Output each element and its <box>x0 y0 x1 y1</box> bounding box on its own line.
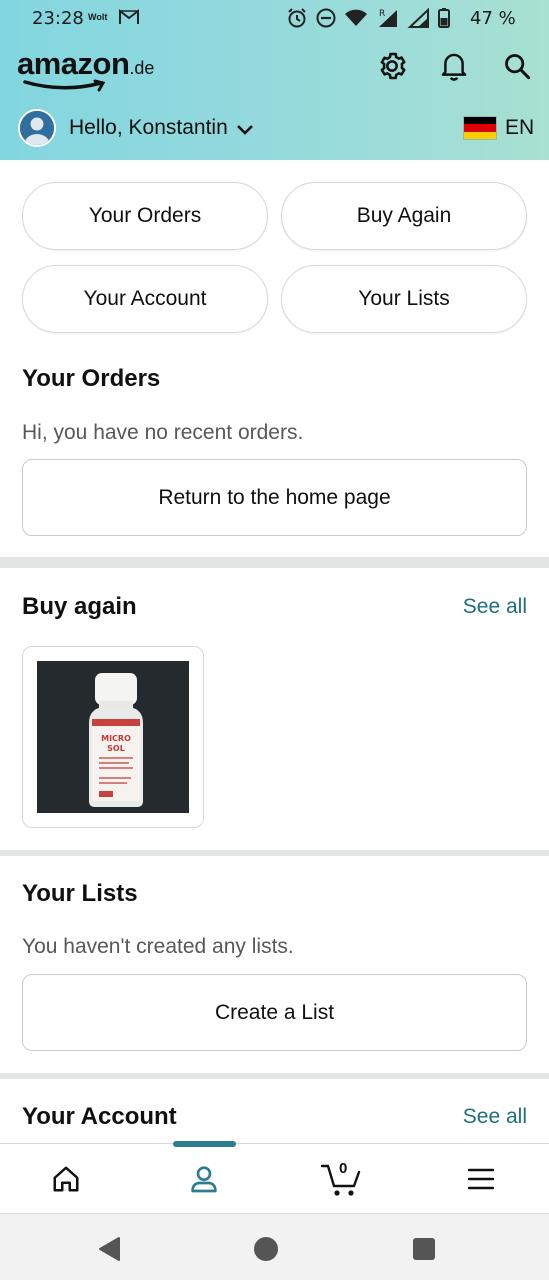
create-list-button[interactable]: Create a List <box>22 974 527 1051</box>
nav-account[interactable] <box>164 1144 244 1214</box>
section-divider <box>0 850 549 856</box>
your-lists-button[interactable]: Your Lists <box>281 265 527 333</box>
nav-menu[interactable] <box>441 1144 521 1214</box>
home-icon <box>53 1166 79 1192</box>
your-orders-button[interactable]: Your Orders <box>22 182 268 250</box>
nav-cart[interactable]: 0 <box>302 1144 382 1214</box>
wifi-icon <box>345 9 367 26</box>
orders-section-title: Your Orders <box>22 365 161 392</box>
recents-square-icon <box>413 1238 435 1260</box>
section-divider <box>0 1073 549 1079</box>
svg-text:R: R <box>379 9 385 19</box>
system-back-button[interactable] <box>94 1234 124 1264</box>
gmail-icon <box>118 8 140 31</box>
status-carrier: Wolt <box>88 12 108 22</box>
account-see-all-link[interactable]: See all <box>463 1105 527 1129</box>
bottom-navigation: 0 <box>0 1141 549 1214</box>
svg-text:MICRO: MICRO <box>101 734 131 743</box>
buy-again-see-all-link[interactable]: See all <box>463 595 527 619</box>
home-circle-icon <box>254 1237 278 1261</box>
account-section-title: Your Account <box>22 1103 177 1130</box>
alarm-icon <box>288 8 306 28</box>
cart-count: 0 <box>339 1160 348 1177</box>
notifications-button[interactable] <box>434 46 474 86</box>
buy-again-button[interactable]: Buy Again <box>281 182 527 250</box>
avatar-person-icon <box>20 111 54 145</box>
signal-icon <box>407 7 429 28</box>
avatar <box>18 109 56 147</box>
product-image: MICRO SOL <box>37 661 189 813</box>
account-switcher[interactable]: Hello, Konstantin <box>18 108 254 148</box>
logo-smile <box>23 79 106 92</box>
battery-percent: 47 % <box>470 8 516 29</box>
bottle-image: MICRO SOL <box>37 661 189 813</box>
svg-text:SOL: SOL <box>107 744 125 753</box>
language-selector[interactable]: EN <box>463 116 534 140</box>
system-home-button[interactable] <box>251 1234 281 1264</box>
back-triangle-icon <box>99 1237 120 1261</box>
return-home-button[interactable]: Return to the home page <box>22 459 527 536</box>
system-recents-button[interactable] <box>409 1234 439 1264</box>
search-icon <box>505 54 531 80</box>
account-icon <box>191 1166 217 1193</box>
lists-section-title: Your Lists <box>22 880 138 907</box>
dnd-icon <box>316 8 336 28</box>
signal-r-icon: R <box>379 9 397 27</box>
greeting-text: Hello, Konstantin <box>69 116 228 139</box>
logo-word: amazon <box>17 46 130 81</box>
status-icons: R <box>286 7 458 29</box>
status-bar: 23:28 Wolt R 47 % <box>0 0 549 36</box>
gear-icon <box>380 52 406 80</box>
settings-button[interactable] <box>372 46 412 86</box>
logo-tld: .de <box>129 58 155 78</box>
lists-empty-message: You haven't created any lists. <box>22 935 294 958</box>
nav-home[interactable] <box>26 1144 106 1214</box>
amazon-logo[interactable]: amazon.de <box>17 46 155 92</box>
battery-icon <box>438 8 450 28</box>
buy-again-product-card[interactable]: MICRO SOL <box>22 646 204 828</box>
buy-again-section-title: Buy again <box>22 593 137 620</box>
search-button[interactable] <box>497 46 537 86</box>
bell-icon <box>441 53 467 81</box>
orders-empty-message: Hi, you have no recent orders. <box>22 421 304 444</box>
status-time: 23:28 <box>32 8 84 29</box>
language-code: EN <box>505 116 535 139</box>
your-account-button[interactable]: Your Account <box>22 265 268 333</box>
germany-flag-icon <box>463 116 497 140</box>
app-header: 23:28 Wolt R 47 % amazon.de Hello, Konst… <box>0 0 549 160</box>
section-divider <box>0 557 549 568</box>
chevron-down-icon <box>236 124 253 135</box>
menu-icon <box>467 1168 495 1190</box>
system-navigation-bar <box>0 1213 549 1280</box>
